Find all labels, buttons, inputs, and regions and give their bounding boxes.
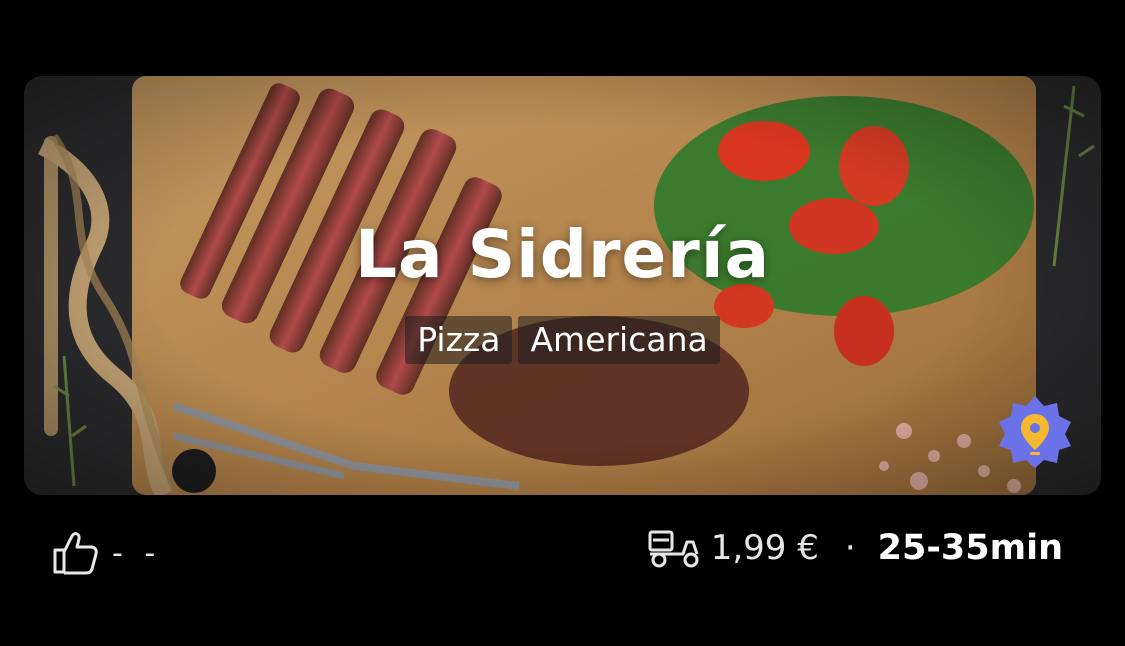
delivery-time: 25-35min [877, 528, 1063, 568]
cuisine-tag: Americana [518, 316, 720, 365]
cuisine-tags: Pizza Americana [24, 316, 1101, 365]
cuisine-tag: Pizza [405, 316, 513, 365]
delivery-info: 1,99 € · 25-35min [647, 528, 1063, 568]
restaurant-card[interactable]: La Sidrería Pizza Americana [24, 76, 1101, 495]
delivery-fee: 1,99 € [710, 528, 819, 568]
delivery-scooter-icon [648, 530, 699, 568]
card-footer: - - 1,99 € · 25-35min [0, 510, 1125, 594]
rating-value: - - [112, 535, 162, 571]
restaurant-name: La Sidrería [355, 216, 770, 293]
location-pin-badge-icon [999, 396, 1071, 468]
separator-dot: · [844, 528, 856, 568]
thumbs-up-icon [53, 532, 98, 575]
rating[interactable]: - - [52, 530, 161, 576]
